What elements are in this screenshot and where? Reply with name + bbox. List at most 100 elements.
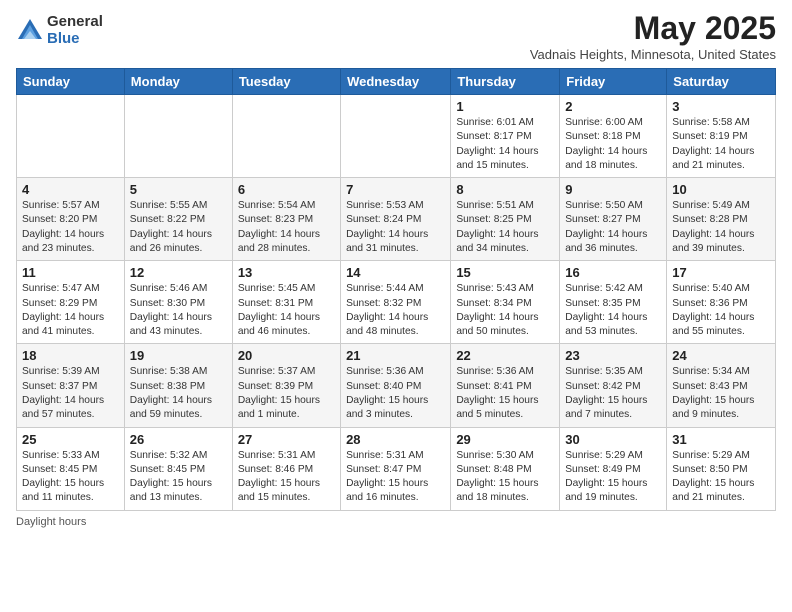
day-number: 26 (130, 432, 227, 447)
logo: General Blue (16, 14, 103, 47)
day-info: Sunrise: 6:01 AM Sunset: 8:17 PM Dayligh… (456, 116, 554, 173)
day-cell: 13Sunrise: 5:45 AM Sunset: 8:31 PM Dayli… (232, 261, 340, 344)
logo-blue-text: Blue (47, 31, 103, 48)
day-info: Sunrise: 5:36 AM Sunset: 8:41 PM Dayligh… (456, 365, 554, 422)
day-number: 6 (238, 182, 335, 197)
day-number: 2 (565, 99, 661, 114)
day-cell: 18Sunrise: 5:39 AM Sunset: 8:37 PM Dayli… (17, 344, 125, 427)
day-cell: 7 Sunrise: 5:53 AM Sunset: 8:24 PM Daylig… (341, 178, 451, 261)
day-cell: 14Sunrise: 5:44 AM Sunset: 8:32 PM Dayli… (341, 261, 451, 344)
day-cell (232, 95, 340, 178)
day-number: 22 (456, 348, 554, 363)
header-monday: Monday (124, 69, 232, 95)
day-cell: 10 Sunrise: 5:49 AM Sunset: 8:28 PM Dayli… (667, 178, 776, 261)
day-info: Sunrise: 5:50 AM Sunset: 8:27 PM Dayligh… (565, 199, 661, 256)
day-number: 23 (565, 348, 661, 363)
day-info: Sunrise: 5:58 AM Sunset: 8:19 PM Dayligh… (672, 116, 770, 173)
day-info: Sunrise: 6:00 AM Sunset: 8:18 PM Dayligh… (565, 116, 661, 173)
footer-note: Daylight hours (16, 516, 776, 528)
header: General Blue May 2025 Vadnais Heights, M… (16, 10, 776, 62)
day-cell: 3 Sunrise: 5:58 AM Sunset: 8:19 PM Daylig… (667, 95, 776, 178)
day-cell: 17 Sunrise: 5:40 AM Sunset: 8:36 PM Dayli… (667, 261, 776, 344)
day-info: Sunrise: 5:31 AM Sunset: 8:46 PM Dayligh… (238, 449, 335, 506)
header-row: SundayMondayTuesdayWednesdayThursdayFrid… (17, 69, 776, 95)
day-number: 30 (565, 432, 661, 447)
day-cell: 30Sunrise: 5:29 AM Sunset: 8:49 PM Dayli… (560, 427, 667, 510)
day-cell: 1 Sunrise: 6:01 AM Sunset: 8:17 PM Daylig… (451, 95, 560, 178)
day-number: 5 (130, 182, 227, 197)
header-friday: Friday (560, 69, 667, 95)
day-cell (341, 95, 451, 178)
day-info: Sunrise: 5:40 AM Sunset: 8:36 PM Dayligh… (672, 282, 770, 339)
day-number: 12 (130, 265, 227, 280)
day-number: 15 (456, 265, 554, 280)
day-number: 11 (22, 265, 119, 280)
day-number: 27 (238, 432, 335, 447)
header-tuesday: Tuesday (232, 69, 340, 95)
week-row-3: 18Sunrise: 5:39 AM Sunset: 8:37 PM Dayli… (17, 344, 776, 427)
day-number: 13 (238, 265, 335, 280)
day-cell: 27 Sunrise: 5:31 AM Sunset: 8:46 PM Dayli… (232, 427, 340, 510)
day-cell: 6 Sunrise: 5:54 AM Sunset: 8:23 PM Daylig… (232, 178, 340, 261)
day-number: 18 (22, 348, 119, 363)
day-cell: 16 Sunrise: 5:42 AM Sunset: 8:35 PM Dayli… (560, 261, 667, 344)
day-cell: 12 Sunrise: 5:46 AM Sunset: 8:30 PM Dayli… (124, 261, 232, 344)
day-info: Sunrise: 5:46 AM Sunset: 8:30 PM Dayligh… (130, 282, 227, 339)
header-wednesday: Wednesday (341, 69, 451, 95)
day-info: Sunrise: 5:54 AM Sunset: 8:23 PM Dayligh… (238, 199, 335, 256)
day-cell: 8 Sunrise: 5:51 AM Sunset: 8:25 PM Daylig… (451, 178, 560, 261)
day-number: 17 (672, 265, 770, 280)
day-number: 9 (565, 182, 661, 197)
day-number: 31 (672, 432, 770, 447)
day-number: 1 (456, 99, 554, 114)
day-number: 3 (672, 99, 770, 114)
day-info: Sunrise: 5:29 AM Sunset: 8:50 PM Dayligh… (672, 449, 770, 506)
day-info: Sunrise: 5:57 AM Sunset: 8:20 PM Dayligh… (22, 199, 119, 256)
day-info: Sunrise: 5:49 AM Sunset: 8:28 PM Dayligh… (672, 199, 770, 256)
day-info: Sunrise: 5:51 AM Sunset: 8:25 PM Dayligh… (456, 199, 554, 256)
day-cell: 28 Sunrise: 5:31 AM Sunset: 8:47 PM Dayli… (341, 427, 451, 510)
location: Vadnais Heights, Minnesota, United State… (530, 47, 776, 62)
week-row-4: 25Sunrise: 5:33 AM Sunset: 8:45 PM Dayli… (17, 427, 776, 510)
day-info: Sunrise: 5:31 AM Sunset: 8:47 PM Dayligh… (346, 449, 445, 506)
day-cell: 26 Sunrise: 5:32 AM Sunset: 8:45 PM Dayli… (124, 427, 232, 510)
day-info: Sunrise: 5:53 AM Sunset: 8:24 PM Dayligh… (346, 199, 445, 256)
day-cell: 2 Sunrise: 6:00 AM Sunset: 8:18 PM Daylig… (560, 95, 667, 178)
day-cell: 31 Sunrise: 5:29 AM Sunset: 8:50 PM Dayli… (667, 427, 776, 510)
logo-text: General Blue (47, 14, 103, 47)
day-number: 7 (346, 182, 445, 197)
day-number: 21 (346, 348, 445, 363)
day-info: Sunrise: 5:36 AM Sunset: 8:40 PM Dayligh… (346, 365, 445, 422)
day-info: Sunrise: 5:42 AM Sunset: 8:35 PM Dayligh… (565, 282, 661, 339)
page: General Blue May 2025 Vadnais Heights, M… (0, 0, 792, 538)
day-info: Sunrise: 5:37 AM Sunset: 8:39 PM Dayligh… (238, 365, 335, 422)
day-cell: 29 Sunrise: 5:30 AM Sunset: 8:48 PM Dayli… (451, 427, 560, 510)
day-number: 28 (346, 432, 445, 447)
day-number: 29 (456, 432, 554, 447)
header-saturday: Saturday (667, 69, 776, 95)
day-cell: 5Sunrise: 5:55 AM Sunset: 8:22 PM Daylig… (124, 178, 232, 261)
day-number: 25 (22, 432, 119, 447)
day-cell: 22 Sunrise: 5:36 AM Sunset: 8:41 PM Dayli… (451, 344, 560, 427)
logo-general-text: General (47, 14, 103, 31)
day-cell: 25Sunrise: 5:33 AM Sunset: 8:45 PM Dayli… (17, 427, 125, 510)
month-title: May 2025 (530, 10, 776, 47)
day-number: 24 (672, 348, 770, 363)
day-number: 14 (346, 265, 445, 280)
day-cell: 23Sunrise: 5:35 AM Sunset: 8:42 PM Dayli… (560, 344, 667, 427)
day-cell: 9 Sunrise: 5:50 AM Sunset: 8:27 PM Daylig… (560, 178, 667, 261)
day-cell: 21 Sunrise: 5:36 AM Sunset: 8:40 PM Dayli… (341, 344, 451, 427)
week-row-2: 11Sunrise: 5:47 AM Sunset: 8:29 PM Dayli… (17, 261, 776, 344)
day-info: Sunrise: 5:43 AM Sunset: 8:34 PM Dayligh… (456, 282, 554, 339)
header-thursday: Thursday (451, 69, 560, 95)
day-cell: 19Sunrise: 5:38 AM Sunset: 8:38 PM Dayli… (124, 344, 232, 427)
day-number: 16 (565, 265, 661, 280)
day-info: Sunrise: 5:32 AM Sunset: 8:45 PM Dayligh… (130, 449, 227, 506)
day-cell: 11Sunrise: 5:47 AM Sunset: 8:29 PM Dayli… (17, 261, 125, 344)
day-number: 8 (456, 182, 554, 197)
title-block: May 2025 Vadnais Heights, Minnesota, Uni… (530, 10, 776, 62)
day-number: 10 (672, 182, 770, 197)
day-info: Sunrise: 5:30 AM Sunset: 8:48 PM Dayligh… (456, 449, 554, 506)
week-row-1: 4Sunrise: 5:57 AM Sunset: 8:20 PM Daylig… (17, 178, 776, 261)
header-sunday: Sunday (17, 69, 125, 95)
